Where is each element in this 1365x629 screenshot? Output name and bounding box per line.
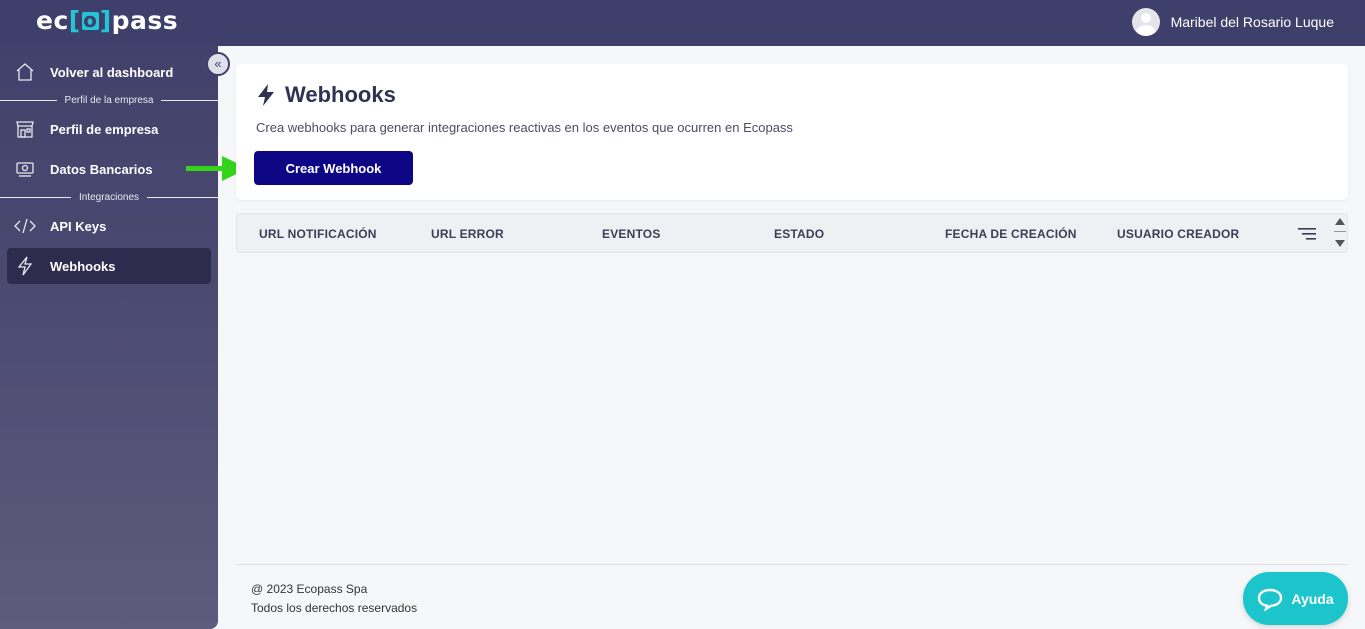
page-description: Crea webhooks para generar integraciones… <box>256 120 793 135</box>
sidebar-item-webhooks[interactable]: Webhooks <box>7 248 211 284</box>
help-button-label: Ayuda <box>1291 590 1334 607</box>
column-header-url-notificacion[interactable]: URL NOTIFICACIÓN <box>259 227 377 241</box>
column-header-eventos[interactable]: EVENTOS <box>602 227 661 241</box>
page-title: Webhooks <box>256 82 396 108</box>
webhooks-card: Webhooks Crea webhooks para generar inte… <box>236 64 1348 200</box>
column-header-fecha-creacion[interactable]: FECHA DE CREACIÓN <box>945 227 1077 241</box>
section-label: Integraciones <box>78 191 140 203</box>
help-button[interactable]: Ayuda <box>1243 572 1348 625</box>
logo-bracket-close: ] <box>99 6 112 35</box>
webhooks-table-header: URL NOTIFICACIÓN URL ERROR EVENTOS ESTAD… <box>236 213 1348 253</box>
column-header-url-error[interactable]: URL ERROR <box>431 227 504 241</box>
bolt-icon <box>258 84 274 106</box>
logo-o: o <box>81 7 99 32</box>
sidebar-item-label: Volver al dashboard <box>50 64 174 80</box>
sidebar-item-label: API Keys <box>50 218 107 234</box>
logo-text-ec: ec <box>36 6 69 35</box>
logo-bracket-open: [ <box>68 6 81 35</box>
sidebar-item-api-keys[interactable]: API Keys <box>7 208 211 244</box>
user-name: Maribel del Rosario Luque <box>1170 14 1334 30</box>
column-header-usuario-creador[interactable]: USUARIO CREADOR <box>1117 227 1239 241</box>
sidebar-item-perfil-empresa[interactable]: Perfil de empresa <box>7 111 211 147</box>
sidebar-item-dashboard[interactable]: Volver al dashboard <box>7 54 211 90</box>
avatar-icon <box>1131 8 1160 36</box>
page-title-text: Webhooks <box>285 82 396 107</box>
column-header-estado[interactable]: ESTADO <box>774 227 824 241</box>
sidebar-item-label: Webhooks <box>50 258 116 274</box>
top-bar: ec [ o ] pass Maribel del Rosario Luque <box>0 0 1365 46</box>
bolt-icon <box>14 255 36 277</box>
money-icon <box>14 158 36 180</box>
chat-bubble-icon <box>1258 588 1283 611</box>
logo-text-pass: pass <box>111 6 179 35</box>
footer-divider <box>236 564 1348 565</box>
home-icon <box>14 61 36 83</box>
section-divider-perfil: Perfil de la empresa <box>0 94 218 106</box>
collapse-sidebar-button[interactable]: « <box>206 52 230 76</box>
code-icon <box>14 215 36 237</box>
sidebar-item-label: Perfil de empresa <box>50 121 159 137</box>
vertical-scrollbar[interactable] <box>1333 216 1347 250</box>
footer-copyright: @ 2023 Ecopass Spa <box>251 582 368 596</box>
sidebar-item-label: Datos Bancarios <box>50 161 153 177</box>
footer-rights: Todos los derechos reservados <box>251 601 418 615</box>
ecopass-logo[interactable]: ec [ o ] pass <box>36 6 178 35</box>
sidebar-item-datos-bancarios[interactable]: Datos Bancarios <box>7 151 211 187</box>
user-menu[interactable]: Maribel del Rosario Luque <box>1131 7 1334 37</box>
section-divider-integraciones: Integraciones <box>0 191 219 203</box>
section-label: Perfil de la empresa <box>64 94 154 106</box>
store-icon <box>14 118 36 140</box>
filter-icon[interactable] <box>1298 227 1316 241</box>
create-webhook-button[interactable]: Crear Webhook <box>254 151 413 185</box>
